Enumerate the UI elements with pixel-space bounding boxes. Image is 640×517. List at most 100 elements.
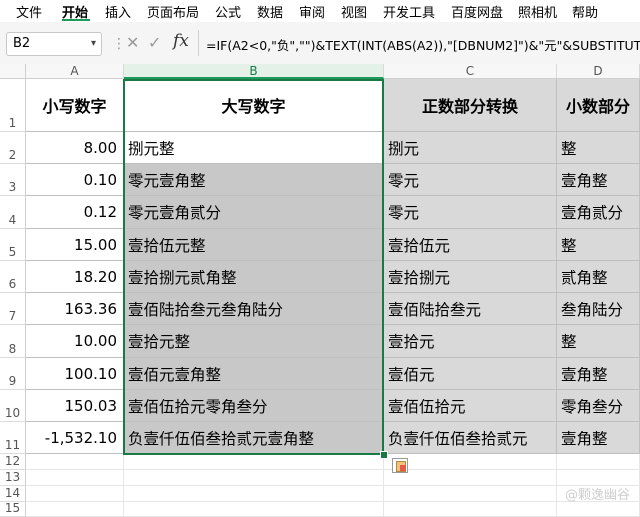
menu-item-7[interactable]: 视图: [341, 2, 367, 21]
cell-d9[interactable]: 壹角整: [557, 358, 640, 390]
column-header-c[interactable]: C: [384, 64, 557, 79]
row-header-5[interactable]: 5: [0, 229, 26, 261]
cell-c3[interactable]: 零元: [384, 164, 557, 196]
cell-c9[interactable]: 壹佰元: [384, 358, 557, 390]
row-header-14[interactable]: 14: [0, 486, 26, 502]
cancel-icon[interactable]: ✕: [126, 33, 139, 52]
cell-b15[interactable]: [124, 502, 384, 517]
row-header-2[interactable]: 2: [0, 132, 26, 164]
cell-c11[interactable]: 负壹仟伍佰叁拾贰元: [384, 422, 557, 454]
cell-b3[interactable]: 零元壹角整: [124, 164, 384, 196]
cell-b1[interactable]: 大写数字: [124, 79, 384, 132]
cell-b7[interactable]: 壹佰陆拾叁元叁角陆分: [124, 293, 384, 325]
cell-c6[interactable]: 壹拾捌元: [384, 261, 557, 293]
cell-b5[interactable]: 壹拾伍元整: [124, 229, 384, 261]
formula-bar: B2 ▾ ⋮ ✕ ✓ fx =IF(A2<0,"负","")&TEXT(INT(…: [0, 22, 640, 65]
cell-d7[interactable]: 叁角陆分: [557, 293, 640, 325]
cell-b11[interactable]: 负壹仟伍佰叁拾贰元壹角整: [124, 422, 384, 454]
row-header-4[interactable]: 4: [0, 196, 26, 229]
menu-item-11[interactable]: 帮助: [572, 2, 598, 21]
cell-c4[interactable]: 零元: [384, 196, 557, 229]
menu-item-9[interactable]: 百度网盘: [451, 2, 503, 21]
row-header-7[interactable]: 7: [0, 293, 26, 325]
formula-input[interactable]: =IF(A2<0,"负","")&TEXT(INT(ABS(A2)),"[DBN…: [206, 35, 640, 54]
cell-a7[interactable]: 163.36: [26, 293, 124, 325]
cell-b14[interactable]: [124, 486, 384, 502]
cell-b10[interactable]: 壹佰伍拾元零角叁分: [124, 390, 384, 422]
cell-a10[interactable]: 150.03: [26, 390, 124, 422]
cell-b6[interactable]: 壹拾捌元贰角整: [124, 261, 384, 293]
cell-c1[interactable]: 正数部分转换: [384, 79, 557, 132]
menu-item-10[interactable]: 照相机: [518, 2, 557, 21]
paste-options-icon[interactable]: [392, 458, 408, 473]
cell-d5[interactable]: 整: [557, 229, 640, 261]
cell-d15[interactable]: [557, 502, 640, 517]
cell-c8[interactable]: 壹拾元: [384, 325, 557, 358]
cell-a14[interactable]: [26, 486, 124, 502]
cell-c15[interactable]: [384, 502, 557, 517]
cell-a5[interactable]: 15.00: [26, 229, 124, 261]
row-header-12[interactable]: 12: [0, 454, 26, 470]
cell-a1[interactable]: 小写数字: [26, 79, 124, 132]
row-header-9[interactable]: 9: [0, 358, 26, 390]
cell-c12[interactable]: [384, 454, 557, 470]
cell-a6[interactable]: 18.20: [26, 261, 124, 293]
menu-item-2[interactable]: 插入: [105, 2, 131, 21]
chevron-down-icon[interactable]: ▾: [91, 33, 96, 55]
cell-d12[interactable]: [557, 454, 640, 470]
row-header-11[interactable]: 11: [0, 422, 26, 454]
cell-a15[interactable]: [26, 502, 124, 517]
row-header-6[interactable]: 6: [0, 261, 26, 293]
confirm-icon[interactable]: ✓: [148, 33, 161, 52]
cell-a11[interactable]: -1,532.10: [26, 422, 124, 454]
menu-item-3[interactable]: 页面布局: [147, 2, 199, 21]
cell-a2[interactable]: 8.00: [26, 132, 124, 164]
insert-function-icon[interactable]: fx: [173, 31, 189, 51]
column-header-a[interactable]: A: [26, 64, 124, 79]
fill-handle[interactable]: [380, 451, 388, 459]
cell-d11[interactable]: 壹角整: [557, 422, 640, 454]
cell-d6[interactable]: 贰角整: [557, 261, 640, 293]
row-header-1[interactable]: 1: [0, 79, 26, 132]
cell-b8[interactable]: 壹拾元整: [124, 325, 384, 358]
cell-a8[interactable]: 10.00: [26, 325, 124, 358]
cell-d1[interactable]: 小数部分: [557, 79, 640, 132]
menu-item-5[interactable]: 数据: [257, 2, 283, 21]
cell-b13[interactable]: [124, 470, 384, 486]
active-tab-underline: [62, 19, 90, 21]
column-header-b[interactable]: B: [124, 64, 384, 79]
name-box[interactable]: B2 ▾: [6, 32, 102, 56]
cell-c5[interactable]: 壹拾伍元: [384, 229, 557, 261]
cell-b12[interactable]: [124, 454, 384, 470]
cell-c14[interactable]: [384, 486, 557, 502]
cell-c2[interactable]: 捌元: [384, 132, 557, 164]
cell-b2[interactable]: 捌元整: [124, 132, 384, 164]
cell-d10[interactable]: 零角叁分: [557, 390, 640, 422]
row-header-3[interactable]: 3: [0, 164, 26, 196]
cell-a4[interactable]: 0.12: [26, 196, 124, 229]
menu-item-0[interactable]: 文件: [16, 2, 42, 21]
menu-bar: 文件 开始 插入 页面布局 公式 数据 审阅 视图 开发工具 百度网盘 照相机 帮助: [0, 0, 640, 23]
cell-d4[interactable]: 壹角贰分: [557, 196, 640, 229]
row-header-8[interactable]: 8: [0, 325, 26, 358]
menu-item-8[interactable]: 开发工具: [383, 2, 435, 21]
cell-c10[interactable]: 壹佰伍拾元: [384, 390, 557, 422]
cell-b9[interactable]: 壹佰元壹角整: [124, 358, 384, 390]
cell-d2[interactable]: 整: [557, 132, 640, 164]
cell-c13[interactable]: [384, 470, 557, 486]
column-header-d[interactable]: D: [557, 64, 640, 79]
row-header-15[interactable]: 15: [0, 501, 26, 517]
cell-c7[interactable]: 壹佰陆拾叁元: [384, 293, 557, 325]
cell-a12[interactable]: [26, 454, 124, 470]
cell-d8[interactable]: 整: [557, 325, 640, 358]
select-all-corner[interactable]: [0, 64, 26, 79]
cell-a9[interactable]: 100.10: [26, 358, 124, 390]
menu-item-6[interactable]: 审阅: [299, 2, 325, 21]
menu-item-4[interactable]: 公式: [215, 2, 241, 21]
row-header-13[interactable]: 13: [0, 470, 26, 486]
cell-b4[interactable]: 零元壹角贰分: [124, 196, 384, 229]
row-header-10[interactable]: 10: [0, 390, 26, 422]
cell-d3[interactable]: 壹角整: [557, 164, 640, 196]
cell-a13[interactable]: [26, 470, 124, 486]
cell-a3[interactable]: 0.10: [26, 164, 124, 196]
